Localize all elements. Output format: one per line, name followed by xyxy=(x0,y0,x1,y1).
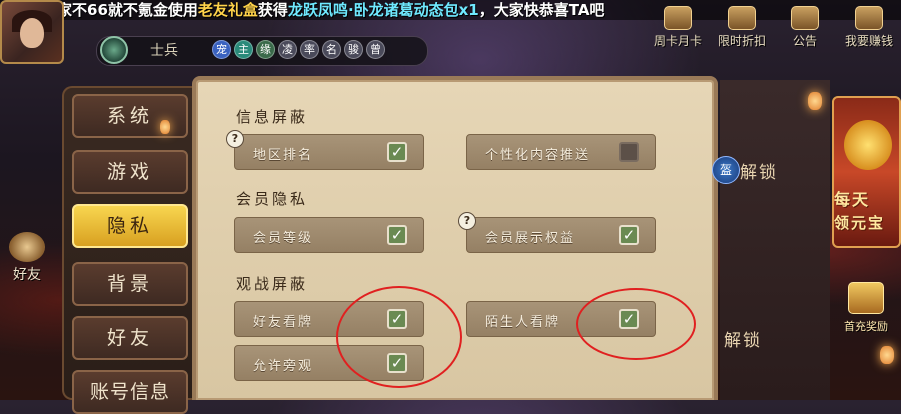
checkbox-unchecked[interactable] xyxy=(619,142,639,162)
rank-name: 士兵 xyxy=(150,43,178,59)
help-icon[interactable]: ? xyxy=(226,130,244,148)
marquee-seg: 使用 xyxy=(167,1,198,19)
first-charge-reward-button[interactable]: 首充奖励 xyxy=(838,282,894,342)
menu-item-system[interactable]: 系统 xyxy=(72,94,188,138)
first-charge-label: 首充奖励 xyxy=(844,320,888,333)
marquee-seg: 老友礼盒 xyxy=(197,1,258,19)
right-background-panel xyxy=(720,80,830,400)
menu-item-privacy[interactable]: 隐私 xyxy=(72,204,188,248)
option-label: 个性化内容推送 xyxy=(485,148,591,163)
lantern-icon xyxy=(808,92,822,110)
menu-item-friends[interactable]: 好友 xyxy=(72,316,188,360)
gold-ingot-icon xyxy=(844,120,892,170)
marquee-seg: 获得 xyxy=(257,1,288,19)
help-icon[interactable]: ? xyxy=(458,212,476,230)
option-region-ranking[interactable]: 地区排名 ✓ xyxy=(234,134,424,170)
earn-money-button[interactable]: 我要赚钱 xyxy=(838,6,900,56)
option-member-privileges-display[interactable]: 会员展示权益 ✓ xyxy=(466,217,656,253)
privilege-icon[interactable]: 凌 xyxy=(278,40,297,59)
option-member-level[interactable]: 会员等级 ✓ xyxy=(234,217,424,253)
option-label: 地区排名 xyxy=(253,148,314,163)
daily-banner-text: 每天 xyxy=(834,190,871,209)
weekly-monthly-card-button[interactable]: 周卡月卡 xyxy=(648,6,708,56)
limited-discount-button[interactable]: 限时折扣 xyxy=(712,6,772,56)
privilege-icon[interactable]: 宠 xyxy=(212,40,231,59)
player-avatar[interactable] xyxy=(0,0,64,64)
top-button-label: 我要赚钱 xyxy=(844,34,893,48)
checkbox-checked[interactable]: ✓ xyxy=(619,225,639,245)
checkbox-checked[interactable]: ✓ xyxy=(387,225,407,245)
gift-icon xyxy=(848,282,884,314)
checkbox-checked[interactable]: ✓ xyxy=(387,142,407,162)
annotation-circle xyxy=(336,286,462,388)
daily-banner-text: 领元宝 xyxy=(834,214,886,232)
marquee-seg: 龙跃凤鸣·卧龙诸葛动态包x1 xyxy=(287,1,479,19)
privilege-icon[interactable]: 缘 xyxy=(256,40,275,59)
section-title: 信息屏蔽 xyxy=(236,108,309,126)
option-label: 好友看牌 xyxy=(253,315,314,330)
section-title: 会员隐私 xyxy=(236,190,309,208)
avatar-face xyxy=(20,18,44,48)
top-button-label: 周卡月卡 xyxy=(653,34,702,48)
marquee-seg: 不66就不氪金 xyxy=(72,1,168,19)
annotation-circle xyxy=(576,288,696,360)
privilege-icon[interactable]: 曾 xyxy=(366,40,385,59)
option-label: 会员展示权益 xyxy=(485,231,576,246)
option-label: 会员等级 xyxy=(253,231,314,246)
option-label: 允许旁观 xyxy=(253,359,314,374)
top-button-label: 限时折扣 xyxy=(717,34,766,48)
rank-emblem-icon[interactable] xyxy=(100,36,128,64)
lock-badge-icon: 盔 xyxy=(712,156,740,184)
section-title: 观战屏蔽 xyxy=(236,275,309,293)
privilege-icon[interactable]: 骏 xyxy=(344,40,363,59)
menu-item-account-info[interactable]: 账号信息 xyxy=(72,370,188,414)
privilege-icon[interactable]: 率 xyxy=(300,40,319,59)
friend-shortcut-button[interactable]: 好友 xyxy=(0,232,54,286)
menu-item-game[interactable]: 游戏 xyxy=(72,150,188,194)
lantern-icon xyxy=(160,120,170,134)
card-icon xyxy=(664,6,692,30)
option-personalized-push[interactable]: 个性化内容推送 xyxy=(466,134,656,170)
announcement-icon xyxy=(791,6,819,30)
marquee-seg: ，大家快恭喜TA吧 xyxy=(478,1,605,19)
discount-icon xyxy=(728,6,756,30)
menu-item-background[interactable]: 背景 xyxy=(72,262,188,306)
unlock-label[interactable]: 解锁 xyxy=(740,158,778,183)
top-button-label: 公告 xyxy=(792,34,817,48)
friend-shortcut-label: 好友 xyxy=(13,267,41,283)
friends-icon xyxy=(9,232,45,262)
unlock-label[interactable]: 解锁 xyxy=(724,326,762,351)
announcement-button[interactable]: 公告 xyxy=(780,6,830,56)
privilege-icon[interactable]: 主 xyxy=(234,40,253,59)
lantern-icon xyxy=(880,346,894,364)
money-bag-icon xyxy=(855,6,883,30)
privilege-icons: 宠 主 缘 凌 率 名 骏 曾 xyxy=(212,40,385,59)
privilege-icon[interactable]: 名 xyxy=(322,40,341,59)
option-label: 陌生人看牌 xyxy=(485,315,561,330)
